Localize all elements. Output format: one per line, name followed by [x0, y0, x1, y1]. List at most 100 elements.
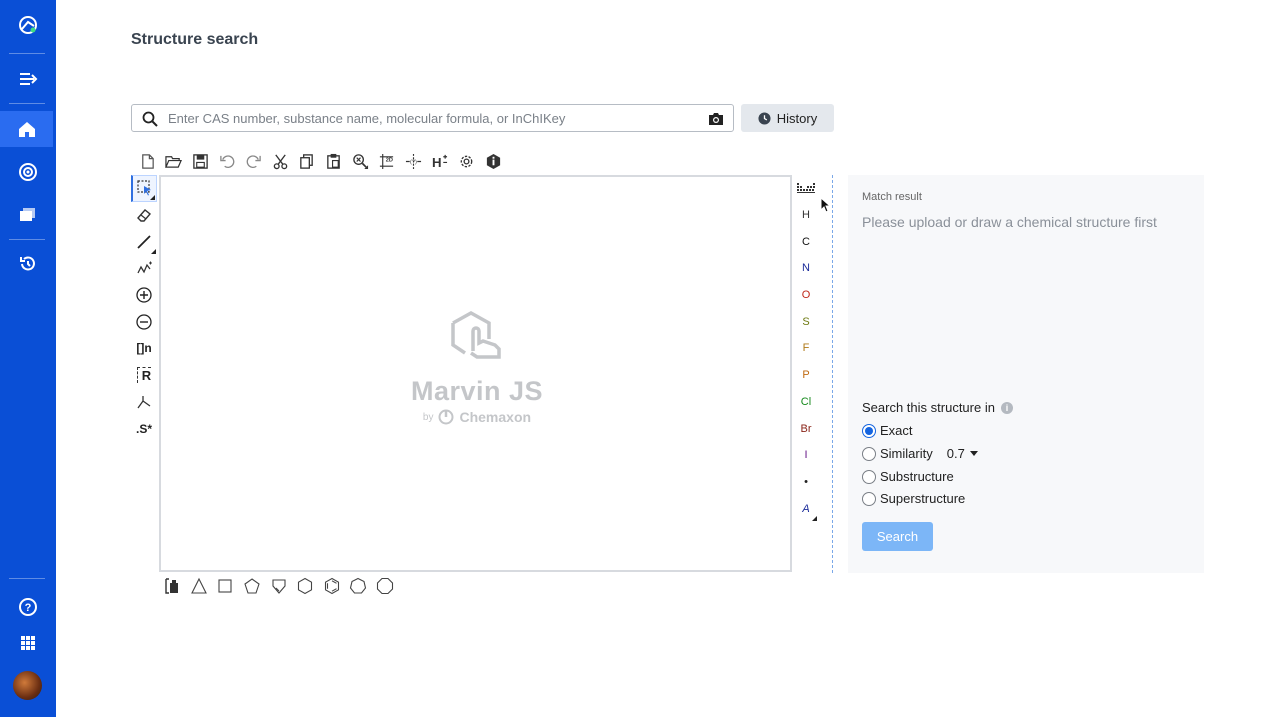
select-tool[interactable] — [131, 175, 157, 202]
search-input[interactable] — [168, 108, 688, 128]
atom-S[interactable]: S — [794, 308, 818, 335]
cut-button[interactable] — [267, 149, 294, 173]
sidebar-item-monitor[interactable] — [0, 154, 56, 190]
cycloheptane-icon — [350, 577, 367, 594]
template-library-icon — [165, 578, 179, 594]
atom-H[interactable]: H — [794, 202, 818, 229]
reaction-arrow-tool[interactable] — [131, 389, 157, 416]
stereo-icon: .S* — [135, 421, 152, 436]
atom-N[interactable]: N — [794, 255, 818, 282]
open-button[interactable] — [161, 149, 188, 173]
sidebar-item-collections[interactable] — [0, 196, 56, 232]
history-button[interactable]: History — [741, 104, 834, 132]
atom-Br[interactable]: Br — [794, 415, 818, 442]
save-button[interactable] — [187, 149, 214, 173]
cyclopentane-house-icon — [272, 579, 286, 594]
drawing-canvas[interactable]: Marvin JS by Chemaxon — [159, 175, 792, 572]
atom-toolbar: H C N O S F P Cl Br I • A — [794, 175, 818, 522]
marvin-hand-icon — [451, 310, 501, 359]
periodic-table-button[interactable] — [794, 175, 818, 202]
undo-button[interactable] — [214, 149, 241, 173]
chain-tool[interactable] — [131, 255, 157, 282]
positive-charge-tool[interactable] — [131, 282, 157, 309]
option-substructure[interactable]: Substructure — [862, 469, 954, 484]
expand-menu-button[interactable] — [0, 61, 56, 97]
atom-C[interactable]: C — [794, 228, 818, 255]
search-button[interactable]: Search — [862, 522, 933, 551]
redo-button[interactable] — [240, 149, 267, 173]
svg-text:H: H — [432, 155, 442, 170]
atom-O[interactable]: O — [794, 282, 818, 309]
sidebar-item-help[interactable]: ? — [0, 589, 56, 625]
cycloheptane-button[interactable] — [345, 574, 372, 598]
svg-text:?: ? — [25, 602, 32, 614]
radical-button[interactable]: • — [794, 469, 818, 496]
rgroup-tool[interactable]: R — [131, 362, 157, 389]
stereo-tool[interactable]: .S* — [131, 415, 157, 442]
sidebar-item-history[interactable] — [0, 246, 56, 282]
radio-substructure[interactable] — [862, 469, 876, 484]
clock-icon — [758, 111, 771, 125]
similarity-threshold-select[interactable]: 0.7 — [947, 446, 978, 461]
option-superstructure-label: Superstructure — [880, 491, 966, 506]
atom-F[interactable]: F — [794, 335, 818, 362]
option-exact-label: Exact — [880, 423, 913, 438]
zoom-button[interactable] — [347, 149, 374, 173]
cyclooctane-button[interactable] — [372, 574, 399, 598]
cyclopropane-button[interactable] — [186, 574, 213, 598]
home-icon — [18, 122, 35, 137]
radical-label: • — [804, 475, 808, 488]
benzene-button[interactable] — [319, 574, 346, 598]
save-icon — [193, 153, 208, 169]
info-icon[interactable]: i — [1000, 401, 1013, 414]
paste-button[interactable] — [320, 149, 347, 173]
atom-list-button[interactable]: A — [794, 495, 818, 522]
radio-superstructure[interactable] — [862, 491, 876, 506]
option-similarity[interactable]: Similarity 0.7 — [862, 446, 978, 461]
clean-2d-button[interactable]: 2D — [373, 149, 400, 173]
sgroup-icon: []n — [136, 341, 152, 356]
sidebar-item-home[interactable] — [0, 111, 53, 147]
atom-Cl[interactable]: Cl — [794, 389, 818, 416]
new-document-button[interactable] — [134, 149, 161, 173]
sgroup-tool[interactable]: []n — [131, 335, 157, 362]
radio-exact[interactable] — [862, 423, 876, 438]
cyclopentane-button[interactable] — [239, 574, 266, 598]
search-in-label: Search this structure in — [862, 400, 995, 415]
new-document-icon — [141, 153, 154, 169]
undo-icon — [219, 154, 234, 168]
sidebar-item-apps[interactable] — [0, 625, 56, 661]
option-exact[interactable]: Exact — [862, 423, 913, 438]
similarity-value: 0.7 — [946, 446, 965, 461]
aromatize-button[interactable]: (?) — [400, 149, 427, 173]
template-library-button[interactable] — [159, 574, 186, 598]
single-bond-tool[interactable] — [131, 228, 157, 255]
marvin-logo: Marvin JS by Chemaxon — [407, 307, 547, 425]
option-superstructure[interactable]: Superstructure — [862, 491, 965, 506]
atom-P[interactable]: P — [794, 362, 818, 389]
camera-icon[interactable] — [708, 111, 724, 127]
cyclobutane-button[interactable] — [212, 574, 239, 598]
radar-icon — [19, 163, 37, 181]
eraser-tool[interactable] — [131, 202, 157, 229]
copy-icon — [300, 153, 314, 169]
hydrogens-button[interactable]: H — [427, 149, 454, 173]
history-icon — [20, 256, 35, 271]
logo-by: by — [422, 411, 434, 423]
settings-button[interactable] — [453, 149, 480, 173]
atom-N-label: N — [802, 262, 810, 275]
logo-name: Marvin JS — [410, 376, 544, 406]
app-logo-icon — [19, 16, 37, 34]
copy-button[interactable] — [294, 149, 321, 173]
app-logo[interactable] — [0, 7, 56, 43]
avatar[interactable] — [13, 671, 42, 700]
settings-icon — [460, 155, 473, 167]
negative-charge-tool[interactable] — [131, 308, 157, 335]
info-button[interactable] — [480, 149, 507, 173]
radio-similarity[interactable] — [862, 446, 876, 461]
cyclohexane-button[interactable] — [292, 574, 319, 598]
atom-I-label: I — [804, 449, 808, 462]
cyclopentane-house-button[interactable] — [265, 574, 292, 598]
atom-C-label: C — [802, 235, 810, 248]
atom-I[interactable]: I — [794, 442, 818, 469]
